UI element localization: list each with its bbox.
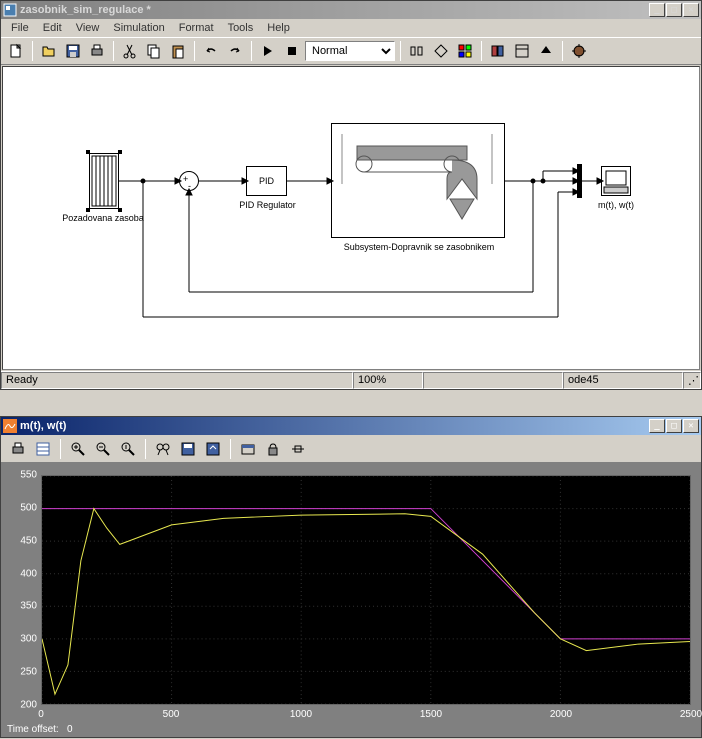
status-grip[interactable]: ⋰ [683,372,701,389]
lock-axes-button[interactable] [262,438,284,460]
scope-window: m(t), w(t) _ □ ✕ 200 250 300 350 400 450 500 55… [0,416,702,738]
status-solver: ode45 [563,372,683,389]
signal-select-button[interactable] [287,438,309,460]
menu-edit[interactable]: Edit [37,21,68,35]
y-tick: 400 [5,568,37,579]
y-tick: 300 [5,634,37,645]
scope-plot[interactable]: 200 250 300 350 400 450 500 550 0 500 1000 1500 200… [1,463,701,737]
menubar: File Edit View Simulation Format Tools H… [1,19,701,37]
minimize-button[interactable]: _ [649,3,665,17]
status-blank [423,372,563,389]
scope-toolbar [1,435,701,463]
go-up-button[interactable] [535,40,557,62]
model-canvas[interactable]: Pozadovana zasoba + - PID PID Regulator [2,66,700,370]
toolbar-icon-2[interactable] [430,40,452,62]
toolbar-icon-1[interactable] [406,40,428,62]
float-button[interactable] [237,438,259,460]
subsystem-block-label: Subsystem-Dopravnik se zasobnikem [331,242,507,252]
statusbar: Ready 100% ode45 ⋰ [1,371,701,389]
zoom-y-button[interactable] [117,438,139,460]
menu-file[interactable]: File [5,21,35,35]
run-button[interactable] [257,40,279,62]
undo-button[interactable] [200,40,222,62]
paste-button[interactable] [167,40,189,62]
time-offset-label: Time offset: 0 [7,724,73,735]
new-button[interactable] [5,40,27,62]
scope-block[interactable] [601,166,631,196]
scope-print-button[interactable] [7,438,29,460]
debug-button[interactable] [568,40,590,62]
source-block-label: Pozadovana zasoba [53,213,153,223]
status-ready: Ready [1,372,353,389]
pid-block-text: PID [259,176,274,186]
model-explorer-button[interactable] [511,40,533,62]
restore-axes-button[interactable] [202,438,224,460]
y-tick: 200 [5,700,37,711]
zoom-in-button[interactable] [67,438,89,460]
autoscale-button[interactable] [152,438,174,460]
save-button[interactable] [62,40,84,62]
scope-title: m(t), w(t) [20,420,649,432]
x-tick: 2000 [550,709,572,720]
simulink-window: zasobnik_sim_regulace * _ □ ✕ File Edit … [0,0,702,390]
menu-tools[interactable]: Tools [222,21,260,35]
scope-minimize-button[interactable]: _ [649,419,665,433]
cut-button[interactable] [119,40,141,62]
library-browser-button[interactable] [487,40,509,62]
scope-maximize-button[interactable]: □ [666,419,682,433]
maximize-button[interactable]: □ [666,3,682,17]
scope-app-icon [3,419,17,433]
time-offset-value: 0 [67,724,73,735]
close-button[interactable]: ✕ [683,3,699,17]
main-title: zasobnik_sim_regulace * [20,4,649,16]
zoom-x-button[interactable] [92,438,114,460]
menu-simulation[interactable]: Simulation [107,21,170,35]
sum-block[interactable]: + - [179,171,199,191]
status-zoom: 100% [353,372,423,389]
y-tick: 350 [5,601,37,612]
source-block[interactable] [89,153,119,209]
y-tick: 450 [5,535,37,546]
pid-block-label: PID Regulator [230,200,305,210]
mux-block[interactable] [577,164,582,198]
subsystem-block[interactable] [331,123,505,238]
pid-block[interactable]: PID [246,166,287,196]
scope-close-button[interactable]: ✕ [683,419,699,433]
print-button[interactable] [86,40,108,62]
main-titlebar[interactable]: zasobnik_sim_regulace * _ □ ✕ [1,1,701,19]
y-tick: 250 [5,667,37,678]
x-tick: 500 [163,709,180,720]
conveyor-icon [332,124,504,237]
toolbar-icon-3[interactable] [454,40,476,62]
x-tick: 2500 [680,709,702,720]
app-icon [3,3,17,17]
save-axes-button[interactable] [177,438,199,460]
open-button[interactable] [38,40,60,62]
x-tick: 1500 [420,709,442,720]
main-toolbar: Normal [1,37,701,65]
y-tick: 550 [5,470,37,481]
menu-help[interactable]: Help [261,21,296,35]
scope-titlebar[interactable]: m(t), w(t) _ □ ✕ [1,417,701,435]
scope-block-label: m(t), w(t) [591,200,641,210]
menu-format[interactable]: Format [173,21,220,35]
plot-lines [42,476,690,704]
copy-button[interactable] [143,40,165,62]
x-tick: 0 [38,709,44,720]
simulation-mode-select[interactable]: Normal [305,41,395,61]
scope-params-button[interactable] [32,438,54,460]
y-tick: 500 [5,502,37,513]
redo-button[interactable] [224,40,246,62]
plot-area[interactable] [41,475,691,705]
stop-button[interactable] [281,40,303,62]
menu-view[interactable]: View [70,21,106,35]
x-tick: 1000 [290,709,312,720]
